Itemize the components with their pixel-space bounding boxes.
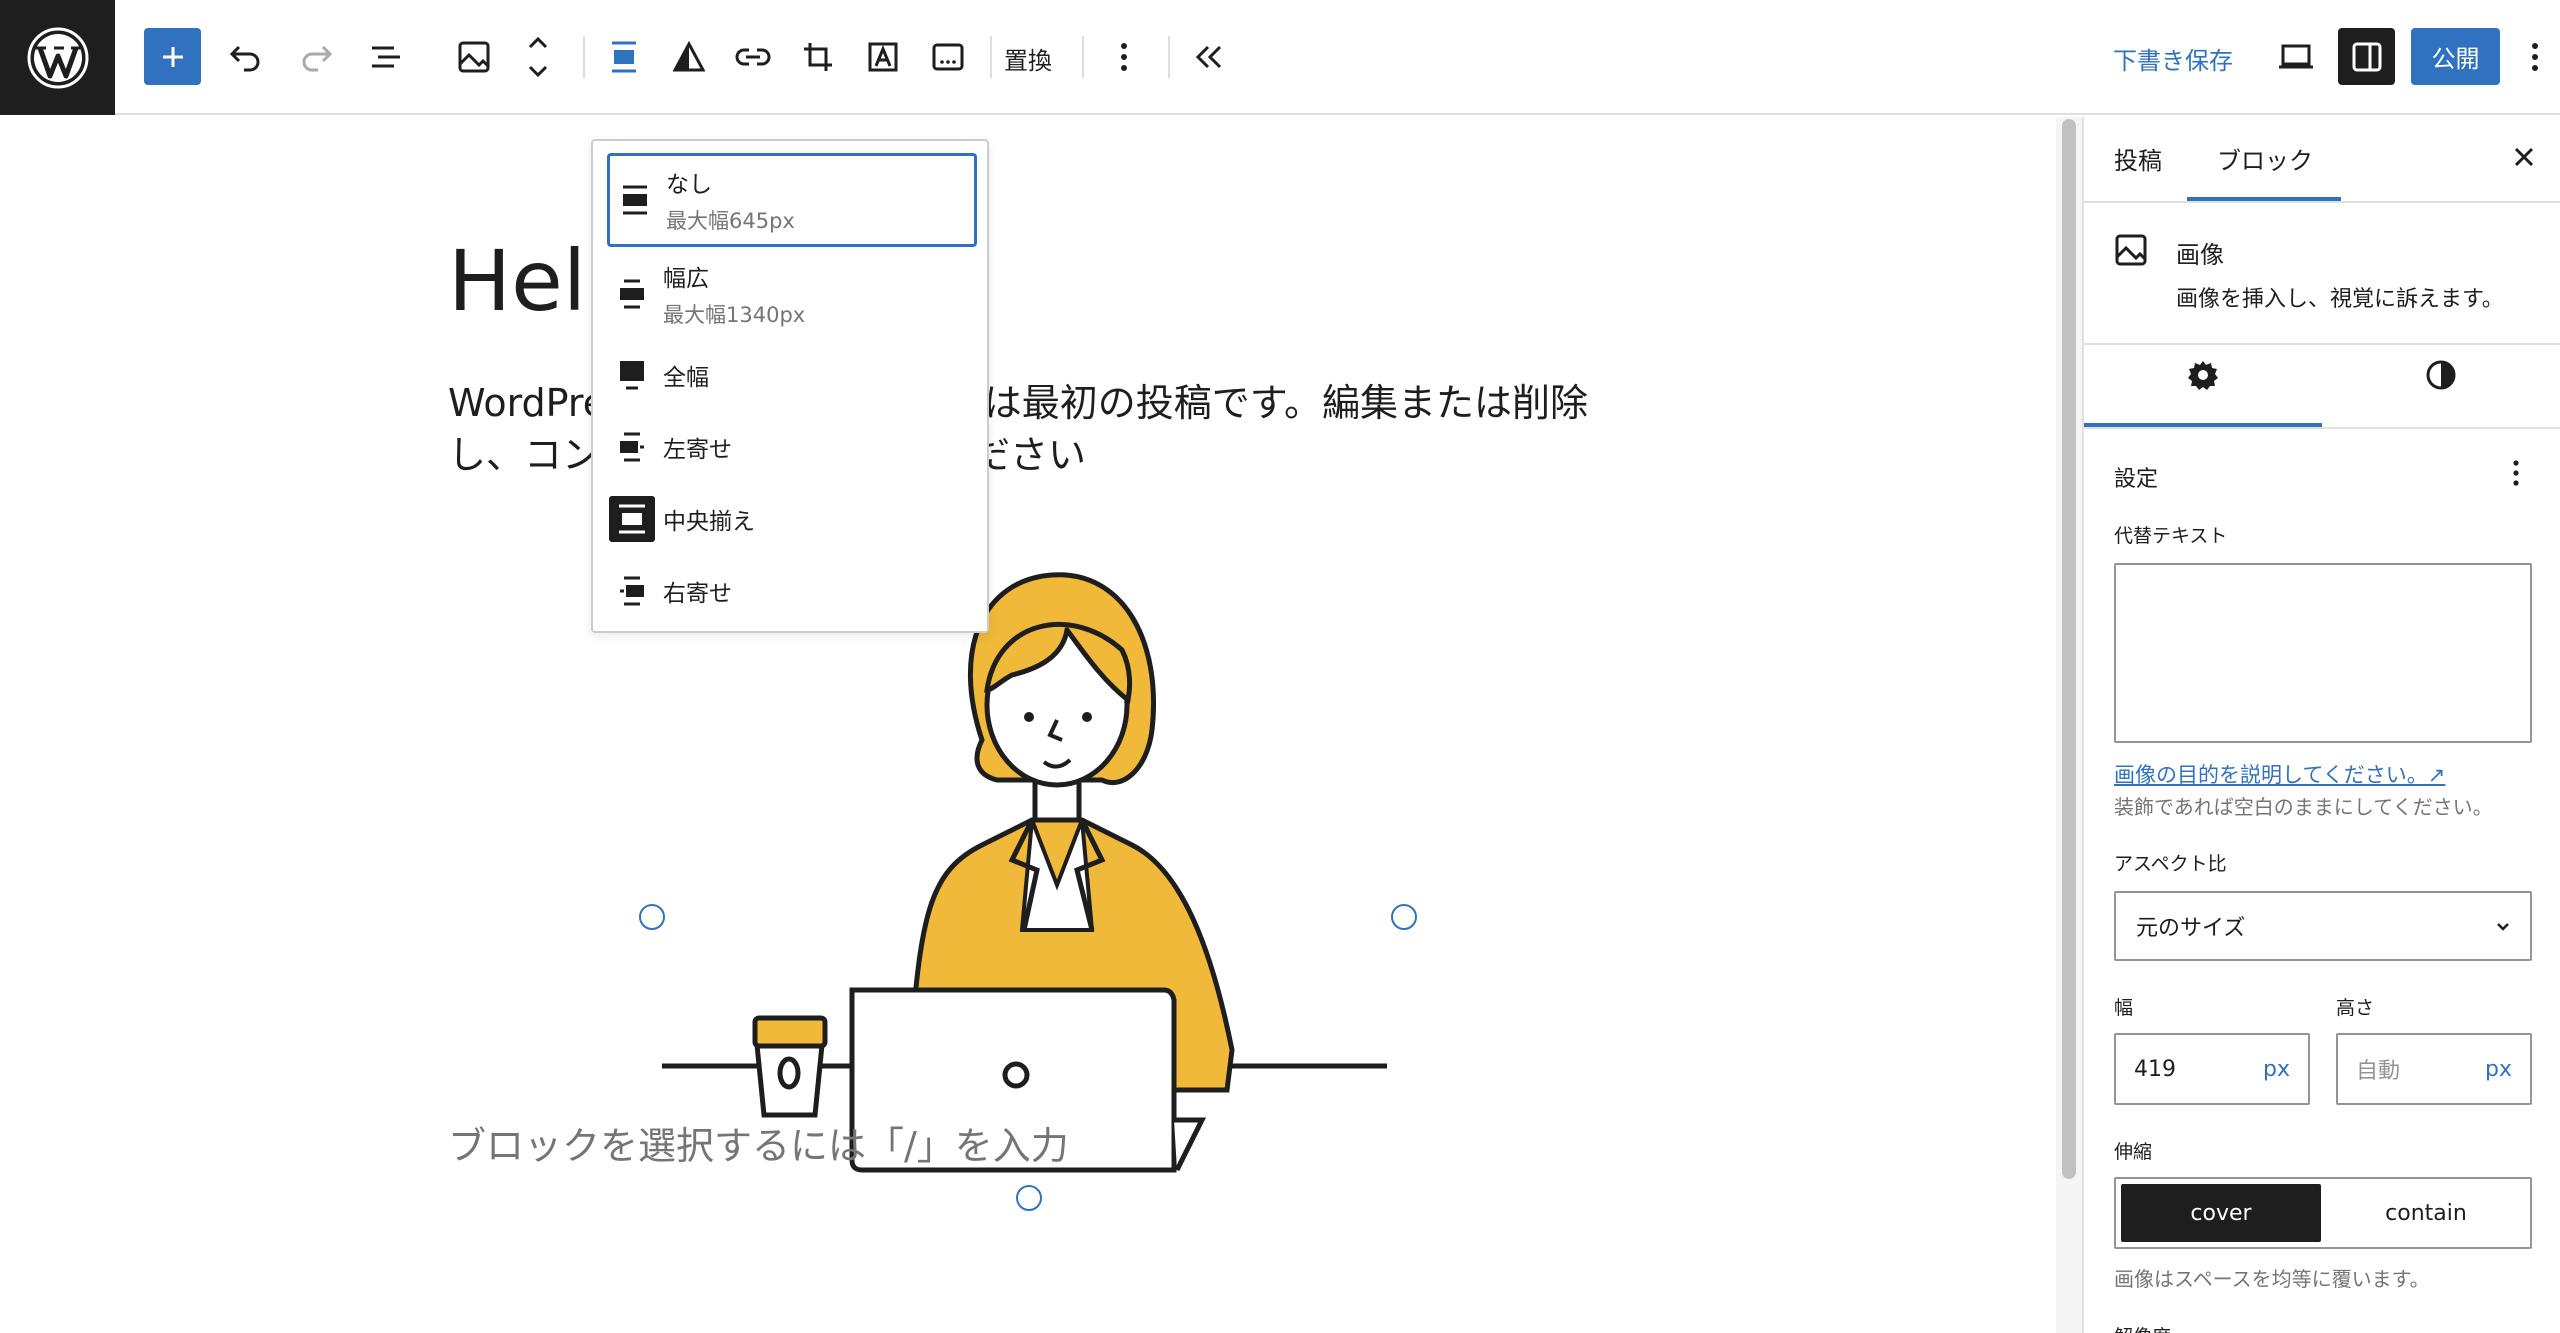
- replace-button[interactable]: 置換: [1004, 41, 1052, 76]
- post-title[interactable]: Hell: [448, 232, 610, 330]
- width-unit[interactable]: px: [2263, 1057, 2290, 1082]
- editor-app: 置換 下書き保存 公開 Hell WordPre は最初の投稿です。編集または削…: [0, 0, 2560, 1333]
- align-option-center[interactable]: 中央揃え: [607, 485, 977, 553]
- scale-option-contain[interactable]: contain: [2326, 1184, 2526, 1242]
- editor-toolbar: 置換 下書き保存 公開: [0, 0, 2560, 115]
- scale-option-cover[interactable]: cover: [2121, 1184, 2321, 1242]
- resize-handle-bottom[interactable]: [1016, 1185, 1042, 1211]
- document-overview-icon[interactable]: [355, 25, 419, 89]
- divider: [2084, 201, 2560, 203]
- redo-icon[interactable]: [285, 25, 349, 89]
- caption-icon[interactable]: [916, 25, 980, 89]
- align-option-right[interactable]: 右寄せ: [607, 557, 977, 625]
- link-icon[interactable]: [721, 25, 785, 89]
- height-unit[interactable]: px: [2485, 1057, 2512, 1082]
- toolbar-divider: [1168, 36, 1170, 78]
- align-right-icon: [607, 574, 657, 608]
- width-label: 幅: [2114, 997, 2134, 1019]
- align-center-icon: [607, 496, 657, 542]
- align-option-label: 全幅: [663, 365, 709, 391]
- height-input[interactable]: 自動 px: [2336, 1033, 2532, 1105]
- alt-text-label: 代替テキスト: [2114, 525, 2228, 547]
- settings-panel-title: 設定: [2114, 467, 2159, 492]
- toolbar-divider: [583, 36, 585, 78]
- resize-handle-right[interactable]: [1391, 904, 1417, 930]
- collapse-toolbar-icon[interactable]: [1177, 25, 1241, 89]
- tab-settings[interactable]: [2084, 347, 2322, 403]
- toolbar-divider: [990, 36, 992, 78]
- height-placeholder: 自動: [2356, 1059, 2401, 1084]
- tab-post[interactable]: 投稿: [2114, 141, 2162, 176]
- paragraph-text: は最初の投稿です。編集または削除: [983, 381, 1588, 425]
- align-option-full[interactable]: 全幅: [607, 341, 977, 409]
- contrast-icon: [2426, 360, 2456, 390]
- paragraph-text: WordPre: [448, 381, 607, 425]
- align-option-label: 左寄せ: [663, 437, 732, 463]
- move-up-down-icon[interactable]: [506, 25, 570, 89]
- settings-sidebar: 投稿 ブロック 画像 画像を挿入し、視覚に訴えます。 設定 代替テキスト 画像の…: [2084, 117, 2560, 1333]
- scale-label: 伸縮: [2114, 1141, 2153, 1163]
- scale-help-text: 画像はスペースを均等に覆います。: [2114, 1267, 2430, 1291]
- tab-block[interactable]: ブロック: [2217, 141, 2313, 176]
- undo-icon[interactable]: [213, 25, 277, 89]
- block-card-title: 画像: [2176, 241, 2224, 269]
- save-draft-button[interactable]: 下書き保存: [2113, 41, 2233, 76]
- alt-text-help: 装飾であれば空白のままにしてください。: [2114, 795, 2493, 819]
- image-block-icon: [2114, 233, 2148, 271]
- options-menu-icon[interactable]: [2515, 25, 2555, 89]
- aspect-ratio-label: アスペクト比: [2114, 853, 2227, 875]
- chevron-down-icon: [2497, 923, 2509, 931]
- close-sidebar-icon[interactable]: [2502, 135, 2546, 179]
- publish-button[interactable]: 公開: [2411, 28, 2500, 85]
- duotone-filter-icon[interactable]: [657, 25, 721, 89]
- alt-text-field[interactable]: [2114, 563, 2532, 743]
- toolbar-divider: [1082, 36, 1084, 78]
- alt-text-help-link[interactable]: 画像の目的を説明してください。↗: [2114, 759, 2445, 789]
- width-value: 419: [2134, 1056, 2176, 1082]
- align-none-icon: [610, 183, 660, 217]
- gear-icon: [2188, 361, 2218, 390]
- divider: [2084, 343, 2560, 345]
- divider: [2084, 427, 2560, 429]
- text-overlay-icon[interactable]: [851, 25, 915, 89]
- block-card-description: 画像を挿入し、視覚に訴えます。: [2176, 287, 2504, 312]
- align-option-none[interactable]: なし 最大幅645px: [607, 153, 977, 247]
- paragraph-text: し、コン: [448, 433, 601, 477]
- more-options-icon[interactable]: [1092, 25, 1156, 89]
- align-option-wide[interactable]: 幅広 最大幅1340px: [607, 249, 977, 339]
- preview-device-icon[interactable]: [2264, 25, 2328, 89]
- align-option-label: 幅広: [663, 266, 709, 292]
- image-block-icon[interactable]: [442, 25, 506, 89]
- add-block-button[interactable]: [144, 28, 201, 85]
- align-wide-icon: [607, 277, 657, 311]
- aspect-ratio-select[interactable]: 元のサイズ: [2114, 891, 2532, 961]
- align-dropdown-menu: なし 最大幅645px 幅広 最大幅1340px 全幅 左寄せ 中央揃え 右寄せ: [591, 139, 989, 633]
- align-option-label: 右寄せ: [663, 581, 732, 607]
- align-option-label: 中央揃え: [663, 509, 755, 535]
- crop-icon[interactable]: [786, 25, 850, 89]
- align-left-icon: [607, 430, 657, 464]
- resolution-label: 解像度: [2114, 1322, 2171, 1333]
- scale-toggle-group: cover contain: [2114, 1177, 2532, 1249]
- align-option-sublabel: 最大幅1340px: [663, 303, 806, 327]
- align-option-sublabel: 最大幅645px: [666, 209, 795, 233]
- paragraph-text: ださい: [971, 433, 1086, 477]
- height-label: 高さ: [2336, 997, 2375, 1019]
- aspect-ratio-value: 元のサイズ: [2136, 916, 2246, 941]
- width-input[interactable]: 419 px: [2114, 1033, 2310, 1105]
- settings-sidebar-toggle-icon[interactable]: [2338, 28, 2395, 85]
- align-option-left[interactable]: 左寄せ: [607, 413, 977, 481]
- tab-styles[interactable]: [2322, 347, 2560, 403]
- canvas-scrollbar[interactable]: [2062, 119, 2076, 1179]
- resize-handle-left[interactable]: [639, 904, 665, 930]
- wordpress-logo-icon[interactable]: [0, 0, 115, 115]
- align-option-label: なし: [666, 172, 712, 198]
- block-appender-placeholder[interactable]: ブロックを選択するには「/」を入力: [448, 1115, 1069, 1170]
- align-full-icon: [607, 358, 657, 392]
- align-center-icon[interactable]: [592, 25, 656, 89]
- panel-options-icon[interactable]: [2494, 451, 2538, 495]
- editor-canvas: Hell WordPre は最初の投稿です。編集または削除 し、コン ださい ブ…: [0, 117, 2058, 1333]
